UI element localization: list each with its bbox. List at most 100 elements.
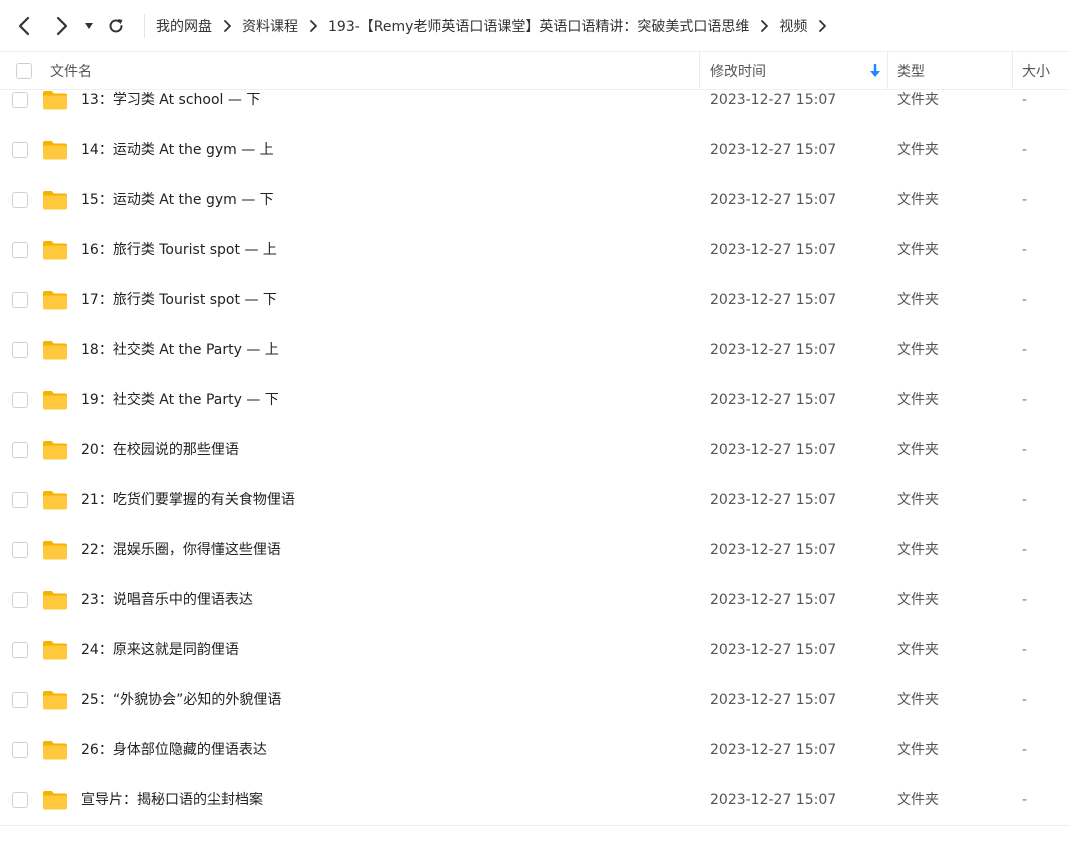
file-name[interactable]: 23：说唱音乐中的俚语表达 [81, 590, 253, 610]
file-name[interactable]: 宣导片：揭秘口语的尘封档案 [81, 790, 263, 810]
file-size: - [1022, 92, 1028, 108]
table-row[interactable]: 15：运动类 At the gym — 下 2023-12-27 15:07 文… [0, 190, 1069, 240]
file-type: 文件夹 [897, 692, 939, 708]
table-row[interactable]: 17：旅行类 Tourist spot — 下 2023-12-27 15:07… [0, 290, 1069, 340]
row-checkbox[interactable] [12, 242, 28, 258]
chevron-right-icon [298, 20, 328, 32]
row-checkbox[interactable] [12, 342, 28, 358]
file-name[interactable]: 13：学习类 At school — 下 [81, 90, 260, 110]
file-name[interactable]: 25：“外貌协会”必知的外貌俚语 [81, 690, 281, 710]
file-size: - [1022, 742, 1028, 758]
table-row[interactable]: 21：吃货们要掌握的有关食物俚语 2023-12-27 15:07 文件夹 - [0, 490, 1069, 540]
chevron-right-icon [212, 20, 242, 32]
file-size: - [1022, 592, 1028, 608]
file-type: 文件夹 [897, 542, 939, 558]
row-checkbox[interactable] [12, 92, 28, 108]
row-checkbox[interactable] [12, 442, 28, 458]
column-header-name-label: 文件名 [50, 64, 92, 80]
row-checkbox[interactable] [12, 142, 28, 158]
file-modified: 2023-12-27 15:07 [710, 542, 837, 558]
file-name[interactable]: 19：社交类 At the Party — 下 [81, 390, 279, 410]
breadcrumb-item[interactable]: 我的网盘 [156, 16, 212, 36]
breadcrumb: 我的网盘 资料课程 193-【Remy老师英语口语课堂】英语口语精讲：突破美式口… [156, 15, 837, 37]
row-checkbox[interactable] [12, 492, 28, 508]
file-type: 文件夹 [897, 792, 939, 808]
file-size: - [1022, 792, 1028, 808]
row-checkbox[interactable] [12, 792, 28, 808]
table-row[interactable]: 24：原来这就是同韵俚语 2023-12-27 15:07 文件夹 - [0, 640, 1069, 690]
table-row[interactable]: 25：“外貌协会”必知的外貌俚语 2023-12-27 15:07 文件夹 - [0, 690, 1069, 740]
file-type: 文件夹 [897, 742, 939, 758]
toolbar-divider [144, 14, 145, 38]
file-modified: 2023-12-27 15:07 [710, 792, 837, 808]
file-modified: 2023-12-27 15:07 [710, 392, 837, 408]
file-name[interactable]: 26：身体部位隐藏的俚语表达 [81, 740, 267, 760]
breadcrumb-item[interactable]: 193-【Remy老师英语口语课堂】英语口语精讲：突破美式口语思维 [328, 16, 749, 36]
file-name[interactable]: 24：原来这就是同韵俚语 [81, 640, 239, 660]
file-type: 文件夹 [897, 92, 939, 108]
column-header-size[interactable]: 大小 [1022, 52, 1050, 90]
file-name[interactable]: 16：旅行类 Tourist spot — 上 [81, 240, 277, 260]
file-size: - [1022, 342, 1028, 358]
table-row[interactable]: 19：社交类 At the Party — 下 2023-12-27 15:07… [0, 390, 1069, 440]
table-row[interactable]: 20：在校园说的那些俚语 2023-12-27 15:07 文件夹 - [0, 440, 1069, 490]
file-name[interactable]: 18：社交类 At the Party — 上 [81, 340, 279, 360]
table-row[interactable]: 26：身体部位隐藏的俚语表达 2023-12-27 15:07 文件夹 - [0, 740, 1069, 790]
file-modified: 2023-12-27 15:07 [710, 742, 837, 758]
row-checkbox[interactable] [12, 742, 28, 758]
back-button[interactable] [12, 14, 36, 38]
table-row[interactable]: 13：学习类 At school — 下 2023-12-27 15:07 文件… [0, 90, 1069, 140]
file-type: 文件夹 [897, 592, 939, 608]
row-checkbox[interactable] [12, 692, 28, 708]
select-all-checkbox-cell [16, 52, 32, 90]
row-checkbox[interactable] [12, 292, 28, 308]
folder-icon [43, 741, 67, 760]
breadcrumb-item-current[interactable]: 视频 [779, 16, 807, 36]
column-header-modified[interactable]: 修改时间 [710, 52, 888, 90]
row-checkbox[interactable] [12, 192, 28, 208]
table-row[interactable]: 18：社交类 At the Party — 上 2023-12-27 15:07… [0, 340, 1069, 390]
select-all-checkbox[interactable] [16, 63, 32, 79]
folder-icon [43, 691, 67, 710]
breadcrumb-item[interactable]: 资料课程 [242, 16, 298, 36]
column-header-size-label: 大小 [1022, 64, 1050, 80]
folder-icon [43, 591, 67, 610]
forward-button[interactable] [50, 14, 74, 38]
folder-icon [43, 241, 67, 260]
file-name[interactable]: 20：在校园说的那些俚语 [81, 440, 239, 460]
file-modified: 2023-12-27 15:07 [710, 442, 837, 458]
file-size: - [1022, 192, 1028, 208]
column-header-type[interactable]: 类型 [897, 52, 925, 90]
column-header-name[interactable]: 文件名 [50, 52, 92, 90]
table-row[interactable]: 23：说唱音乐中的俚语表达 2023-12-27 15:07 文件夹 - [0, 590, 1069, 640]
file-name[interactable]: 17：旅行类 Tourist spot — 下 [81, 290, 277, 310]
file-name[interactable]: 15：运动类 At the gym — 下 [81, 190, 274, 210]
list-bottom-divider [0, 825, 1069, 826]
file-size: - [1022, 242, 1028, 258]
column-divider[interactable] [887, 52, 888, 90]
row-checkbox[interactable] [12, 542, 28, 558]
table-row[interactable]: 16：旅行类 Tourist spot — 上 2023-12-27 15:07… [0, 240, 1069, 290]
row-checkbox[interactable] [12, 392, 28, 408]
file-name[interactable]: 21：吃货们要掌握的有关食物俚语 [81, 490, 295, 510]
column-divider[interactable] [699, 52, 700, 90]
folder-icon [43, 191, 67, 210]
table-row[interactable]: 22：混娱乐圈，你得懂这些俚语 2023-12-27 15:07 文件夹 - [0, 540, 1069, 590]
row-checkbox[interactable] [12, 592, 28, 608]
column-divider[interactable] [1012, 52, 1013, 90]
refresh-button[interactable] [104, 14, 128, 38]
row-checkbox[interactable] [12, 642, 28, 658]
folder-icon [43, 291, 67, 310]
table-row[interactable]: 宣导片：揭秘口语的尘封档案 2023-12-27 15:07 文件夹 - [0, 790, 1069, 826]
file-type: 文件夹 [897, 242, 939, 258]
chevron-right-icon [56, 16, 68, 36]
file-list: 13：学习类 At school — 下 2023-12-27 15:07 文件… [0, 90, 1069, 826]
history-dropdown-button[interactable] [80, 14, 98, 38]
caret-down-icon [85, 23, 93, 29]
toolbar: 我的网盘 资料课程 193-【Remy老师英语口语课堂】英语口语精讲：突破美式口… [0, 0, 1069, 52]
folder-icon [43, 441, 67, 460]
table-row[interactable]: 14：运动类 At the gym — 上 2023-12-27 15:07 文… [0, 140, 1069, 190]
file-size: - [1022, 392, 1028, 408]
file-name[interactable]: 14：运动类 At the gym — 上 [81, 140, 274, 160]
file-name[interactable]: 22：混娱乐圈，你得懂这些俚语 [81, 540, 281, 560]
